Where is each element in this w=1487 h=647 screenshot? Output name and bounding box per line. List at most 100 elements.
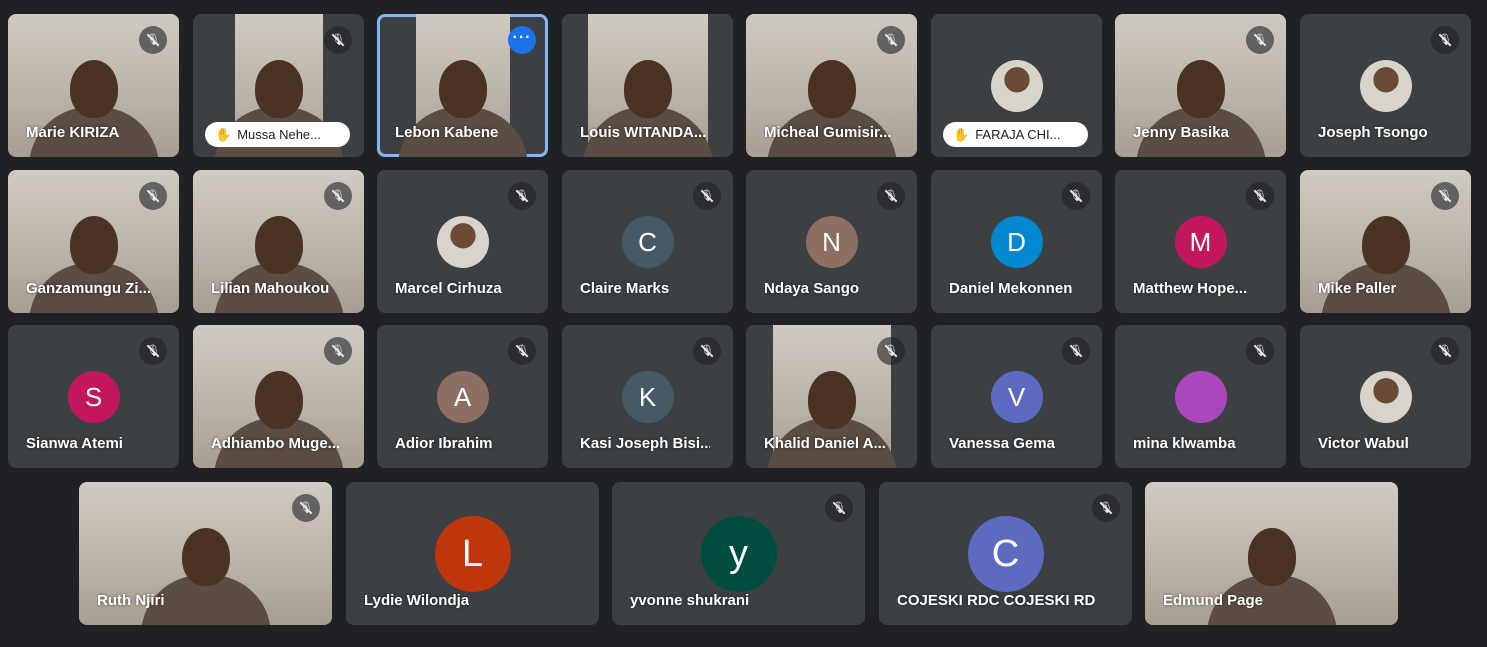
participant-tile[interactable]: y 🎙 yvonne shukrani xyxy=(612,482,865,625)
mic-off-icon: 🎙 xyxy=(139,337,167,365)
participant-avatar: N xyxy=(805,215,858,268)
participant-tile[interactable]: 🎙 Ruth Njiri xyxy=(79,482,332,625)
participant-tile[interactable]: S 🎙 Sianwa Atemi xyxy=(8,325,179,468)
participant-tile[interactable]: 🎙 mina klwamba xyxy=(1115,325,1286,468)
participant-avatar: K xyxy=(621,370,674,423)
mic-off-icon: 🎙 xyxy=(1246,182,1274,210)
participant-avatar: D xyxy=(990,215,1043,268)
participant-avatar: M xyxy=(1174,215,1227,268)
raised-hand-badge: ✋ FARAJA CHI... xyxy=(943,122,1088,147)
participant-tile[interactable]: 🎙 Lilian Mahoukou xyxy=(193,170,364,313)
mic-off-icon: 🎙 xyxy=(693,182,721,210)
participant-name: Lydie Wilondja xyxy=(364,592,470,609)
participant-name: Lebon Kabene xyxy=(395,124,499,141)
mic-off-icon: 🎙 xyxy=(324,26,352,54)
participant-name: Micheal Gumisir... xyxy=(764,124,892,141)
participant-tile[interactable]: 🎙 Ganzamungu Zi... xyxy=(8,170,179,313)
participant-name: Mussa Nehe... xyxy=(237,127,322,142)
mic-off-icon: 🎙 xyxy=(1092,494,1120,522)
participant-tile[interactable]: C 🎙 Claire Marks xyxy=(562,170,733,313)
participant-name: Claire Marks xyxy=(580,280,670,297)
more-options-icon[interactable]: ··· xyxy=(508,26,536,54)
mic-off-icon: 🎙 xyxy=(508,337,536,365)
participant-name: Kasi Joseph Bisi... xyxy=(580,435,710,452)
participant-name: FARAJA CHI... xyxy=(975,127,1061,142)
participant-tile[interactable]: C 🎙 COJESKI RDC COJESKI RD xyxy=(879,482,1132,625)
participant-tile[interactable]: N 🎙 Ndaya Sango xyxy=(746,170,917,313)
participant-name: Lilian Mahoukou xyxy=(211,280,330,297)
mic-off-icon: 🎙 xyxy=(1246,26,1274,54)
participant-tile[interactable]: 🎙 Micheal Gumisir... xyxy=(746,14,917,157)
mic-off-icon: 🎙 xyxy=(292,494,320,522)
participant-name: yvonne shukrani xyxy=(630,592,750,609)
participant-name: Joseph Tsongo xyxy=(1318,124,1428,141)
participant-avatar xyxy=(990,59,1043,112)
mic-off-icon: 🎙 xyxy=(139,26,167,54)
mic-off-icon: 🎙 xyxy=(1062,182,1090,210)
participant-name: Sianwa Atemi xyxy=(26,435,123,452)
participant-name: Khalid Daniel A... xyxy=(764,435,886,452)
participant-avatar: S xyxy=(67,370,120,423)
participant-avatar xyxy=(436,215,489,268)
participant-name: Daniel Mekonnen xyxy=(949,280,1073,297)
participant-avatar: C xyxy=(967,515,1044,592)
participant-name: Ganzamungu Zi... xyxy=(26,280,152,297)
participant-name: Marie KIRIZA xyxy=(26,124,120,141)
participant-tile[interactable]: Louis WITANDA... xyxy=(562,14,733,157)
participant-avatar: L xyxy=(434,515,511,592)
mic-off-icon: 🎙 xyxy=(877,337,905,365)
participant-avatar xyxy=(1359,59,1412,112)
raised-hand-icon: ✋ xyxy=(215,127,232,142)
participant-tile[interactable]: ··· Lebon Kabene xyxy=(377,14,548,157)
mic-off-icon: 🎙 xyxy=(324,182,352,210)
mic-off-icon: 🎙 xyxy=(139,182,167,210)
participant-name: Ndaya Sango xyxy=(764,280,860,297)
participant-tile[interactable]: 🎙 Jenny Basika xyxy=(1115,14,1286,157)
participant-tile[interactable]: D 🎙 Daniel Mekonnen xyxy=(931,170,1102,313)
participant-tile[interactable]: Edmund Page xyxy=(1145,482,1398,625)
participant-tile[interactable]: 🎙 Marie KIRIZA xyxy=(8,14,179,157)
participant-tile[interactable]: V 🎙 Vanessa Gema xyxy=(931,325,1102,468)
participant-avatar xyxy=(1174,370,1227,423)
participant-tile[interactable]: 🎙 ✋ Mussa Nehe... xyxy=(193,14,364,157)
participant-name: Ruth Njiri xyxy=(97,592,165,609)
mic-off-icon: 🎙 xyxy=(1431,182,1459,210)
raised-hand-badge: ✋ Mussa Nehe... xyxy=(205,122,350,147)
participant-name: Edmund Page xyxy=(1163,592,1264,609)
mic-off-icon: 🎙 xyxy=(508,182,536,210)
mic-off-icon: 🎙 xyxy=(1062,337,1090,365)
participant-avatar: C xyxy=(621,215,674,268)
participant-tile[interactable]: 🎙 Victor Wabul xyxy=(1300,325,1471,468)
participant-tile[interactable]: K 🎙 Kasi Joseph Bisi... xyxy=(562,325,733,468)
mic-off-icon: 🎙 xyxy=(324,337,352,365)
mic-off-icon: 🎙 xyxy=(877,182,905,210)
participant-avatar: A xyxy=(436,370,489,423)
participant-name: Matthew Hope... xyxy=(1133,280,1248,297)
raised-hand-icon: ✋ xyxy=(953,127,970,142)
participant-tile[interactable]: 🎙 Mike Paller xyxy=(1300,170,1471,313)
participant-avatar xyxy=(1359,370,1412,423)
participant-name: mina klwamba xyxy=(1133,435,1236,452)
participant-name: Adior Ibrahim xyxy=(395,435,493,452)
participant-tile[interactable]: ✋ FARAJA CHI... xyxy=(931,14,1102,157)
mic-off-icon: 🎙 xyxy=(825,494,853,522)
participant-name: Jenny Basika xyxy=(1133,124,1229,141)
participant-tile[interactable]: 🎙 Khalid Daniel A... xyxy=(746,325,917,468)
participant-name: Victor Wabul xyxy=(1318,435,1409,452)
participant-name: Vanessa Gema xyxy=(949,435,1055,452)
participant-tile[interactable]: 🎙 Adhiambo Muge... xyxy=(193,325,364,468)
participant-name: Mike Paller xyxy=(1318,280,1397,297)
participant-name: Marcel Cirhuza xyxy=(395,280,502,297)
participant-tile[interactable]: 🎙 Joseph Tsongo xyxy=(1300,14,1471,157)
participant-name: COJESKI RDC COJESKI RD xyxy=(897,592,1096,609)
mic-off-icon: 🎙 xyxy=(877,26,905,54)
mic-off-icon: 🎙 xyxy=(1431,26,1459,54)
participant-tile[interactable]: M 🎙 Matthew Hope... xyxy=(1115,170,1286,313)
participant-tile[interactable]: A 🎙 Adior Ibrahim xyxy=(377,325,548,468)
participant-avatar: V xyxy=(990,370,1043,423)
participant-name: Adhiambo Muge... xyxy=(211,435,341,452)
mic-off-icon: 🎙 xyxy=(693,337,721,365)
participant-tile[interactable]: L Lydie Wilondja xyxy=(346,482,599,625)
participant-tile[interactable]: 🎙 Marcel Cirhuza xyxy=(377,170,548,313)
mic-off-icon: 🎙 xyxy=(1246,337,1274,365)
